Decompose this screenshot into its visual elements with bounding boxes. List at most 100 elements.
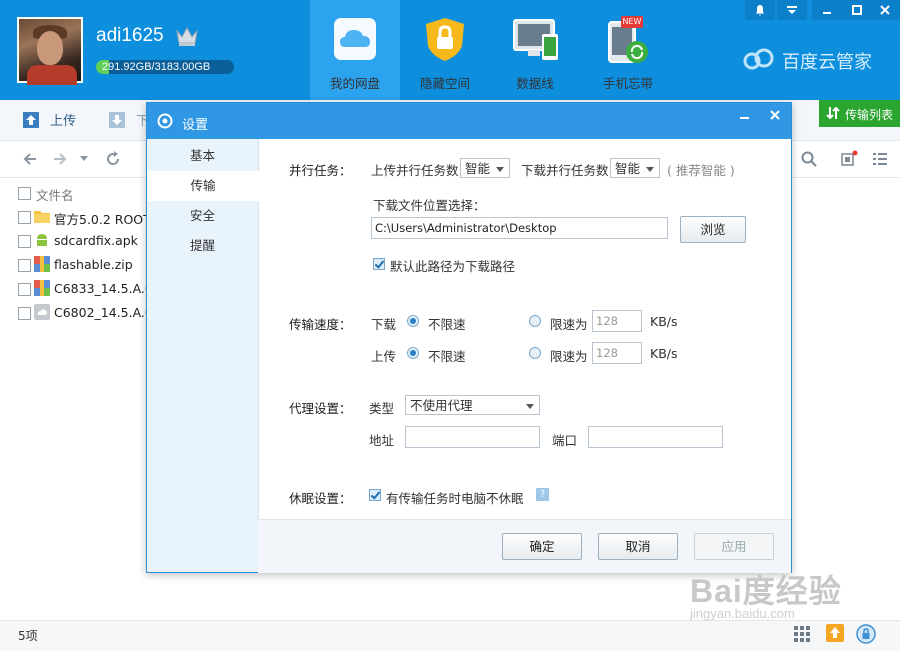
list-item[interactable]: C6802_14.5.A.0.2 [18,301,165,325]
row-checkbox[interactable] [18,307,31,320]
nav-data-cable[interactable]: 数据线 [490,0,580,100]
ok-button[interactable]: 确定 [502,533,582,560]
proxy-type-select[interactable]: 不使用代理 [405,395,540,415]
download-unlimited-radio[interactable] [407,315,419,327]
menu-dropdown-icon [787,6,797,14]
upload-parallel-select[interactable]: 智能 [460,158,510,178]
default-path-checkbox[interactable] [373,258,385,270]
forward-arrow-icon[interactable] [52,151,68,167]
download-unit: KB/s [650,314,678,329]
close-button[interactable] [870,0,900,20]
list-view-icon[interactable] [872,151,888,167]
zip-icon [34,280,50,296]
safe-status-icon[interactable] [856,624,876,644]
row-checkbox[interactable] [18,259,31,272]
settings-gear-icon [157,113,173,129]
row-checkbox[interactable] [18,211,31,224]
row-checkbox[interactable] [18,235,31,248]
view-toggle-icon[interactable] [840,150,858,168]
item-count: 5项 [18,629,38,643]
upload-icon [23,111,39,128]
sidebar-item-reminder[interactable]: 提醒 [147,231,258,261]
upload-status-icon[interactable] [826,624,844,642]
sidebar-item-security[interactable]: 安全 [147,201,258,231]
download-location-label: 下载文件位置选择： [373,198,486,213]
maximize-icon [852,5,862,15]
brand-name: 百度云管家 [782,52,872,73]
upload-label: 上传 [50,114,77,129]
username[interactable]: adi1625 [96,25,164,47]
proxy-type-label: 类型 [369,401,395,416]
dialog-close-button[interactable] [763,107,787,125]
nav-phone-forgot[interactable]: NEW 手机忘带 [583,0,673,100]
nav-my-disk[interactable]: 我的网盘 [310,0,400,100]
section-label-parallel: 并行任务： [289,163,352,178]
dialog-title: 设置 [182,118,209,133]
zip-icon [34,256,50,272]
proxy-port-input[interactable] [588,426,723,448]
sidebar-item-transfer[interactable]: 传输 [147,171,259,201]
download-limit-label: 限速为 [550,317,588,332]
upload-parallel-value: 智能 [465,161,491,176]
list-item[interactable]: C6833_14.5.A.0.2 [18,277,165,301]
upload-unlimited-radio[interactable] [407,347,419,359]
sidebar-item-basic[interactable]: 基本 [147,141,258,171]
download-parallel-select[interactable]: 智能 [610,158,660,178]
folder-icon [34,211,50,223]
history-dropdown-icon[interactable] [80,156,88,162]
nav-hidden-space[interactable]: 隐藏空间 [400,0,490,100]
download-limit-input[interactable]: 128 [592,310,642,332]
download-button[interactable]: 下 [108,110,149,129]
list-item[interactable]: 官方5.0.2 ROOT [18,205,158,229]
avatar[interactable] [17,17,83,85]
upload-button[interactable]: 上传 [22,110,76,129]
proxy-address-label: 地址 [369,433,395,448]
download-icon [109,111,125,128]
notification-button[interactable] [745,0,775,20]
transfer-list-button[interactable]: 传输列表 [819,100,900,127]
download-parallel-value: 智能 [615,161,641,176]
recommend-hint: ( 推荐智能 ) [667,163,735,178]
nav-label: 我的网盘 [329,76,380,91]
list-item[interactable]: flashable.zip [18,253,158,277]
help-icon[interactable]: ? [536,488,549,501]
status-bar [0,620,900,651]
chevron-down-icon [646,167,654,172]
proxy-address-input[interactable] [405,426,540,448]
search-icon[interactable] [800,150,818,168]
upload-limit-radio[interactable] [529,347,541,359]
download-speed-label: 下载 [371,317,397,332]
cancel-button[interactable]: 取消 [598,533,678,560]
refresh-icon[interactable] [104,150,122,168]
minimize-button[interactable] [812,0,842,20]
select-all-checkbox[interactable] [18,187,31,200]
section-label-sleep: 休眠设置： [289,491,352,506]
column-name-header[interactable]: 文件名 [36,185,74,204]
download-unlimited-label: 不限速 [428,317,466,332]
chevron-down-icon [526,404,534,409]
upload-speed-label: 上传 [371,349,397,364]
apply-button[interactable]: 应用 [694,533,774,560]
minimize-icon [823,12,831,14]
dialog-title-bar[interactable]: 设置 [147,103,791,139]
menu-button[interactable] [777,0,807,20]
maximize-button[interactable] [842,0,872,20]
grid-view-icon[interactable] [794,626,810,642]
cloud-icon [334,18,376,60]
row-checkbox[interactable] [18,283,31,296]
dialog-minimize-button[interactable] [733,107,757,125]
proxy-port-label: 端口 [552,433,578,448]
transfer-list-label: 传输列表 [845,108,894,122]
download-limit-radio[interactable] [529,315,541,327]
file-icon [34,304,50,320]
crown-icon [176,26,198,46]
minimize-icon [740,117,749,119]
download-path-input[interactable]: C:\Users\Administrator\Desktop [371,217,668,239]
quota-bar: 291.92GB/3183.00GB [96,60,234,74]
list-item[interactable]: sdcardfix.apk [18,229,158,253]
upload-limit-input[interactable]: 128 [592,342,642,364]
browse-button[interactable]: 浏览 [680,216,746,243]
android-icon [34,232,50,248]
no-sleep-checkbox[interactable] [369,489,381,501]
back-arrow-icon[interactable] [22,151,38,167]
